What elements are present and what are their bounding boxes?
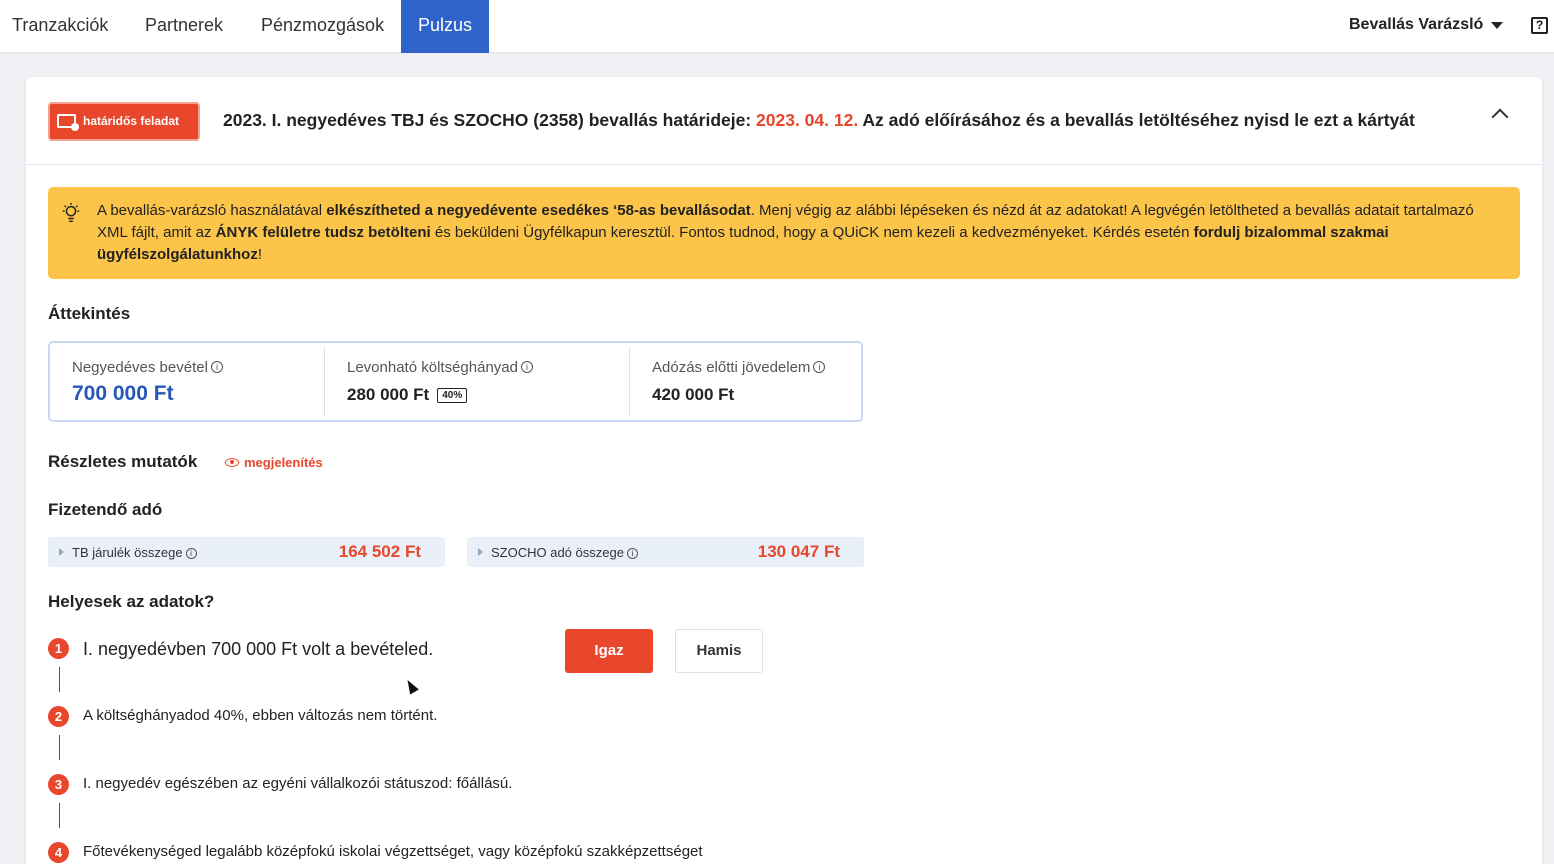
deadline-card: határidős feladat 2023. I. negyedéves TB…	[26, 77, 1542, 864]
tb-contribution-row[interactable]: TB járulék összege i 164 502 Ft	[48, 537, 445, 567]
step-connector	[59, 667, 60, 692]
overview-income-value: 420 000 Ft	[652, 385, 735, 404]
overview-cost-ratio: Levonható költséghányad i 280 000 Ft 40%	[324, 347, 629, 416]
tab-pulzus[interactable]: Pulzus	[401, 0, 489, 53]
step-number-3: 3	[48, 774, 69, 795]
card-headline: 2023. I. negyedéves TBJ és SZOCHO (2358)…	[223, 110, 1415, 131]
chevron-down-icon[interactable]	[1491, 22, 1503, 29]
details-title: Részletes mutatók	[48, 452, 198, 471]
overview-revenue: Negyedéves bevétel i 700 000 Ft	[50, 347, 324, 416]
info-banner-text: A bevallás-varázsló használatával elkész…	[97, 200, 1507, 266]
overview-revenue-label: Negyedéves bevétel i	[72, 359, 223, 376]
expand-arrow-icon[interactable]	[478, 548, 483, 556]
mouse-cursor-icon	[403, 677, 419, 695]
step-text-4: Főtevékenységed legalább középfokú iskol…	[83, 843, 703, 860]
step-connector	[59, 803, 60, 828]
step-text-1: I. negyedévben 700 000 Ft volt a bevétel…	[83, 639, 434, 659]
headline-tail: Az adó előírásához és a bevallás letölté…	[858, 110, 1415, 130]
notice-text-1: A bevallás-varázsló használatával	[97, 202, 327, 219]
info-banner: A bevallás-varázsló használatával elkész…	[48, 187, 1520, 279]
overview-panel: Negyedéves bevétel i 700 000 Ft Levonható…	[48, 341, 863, 422]
step-number-2: 2	[48, 706, 69, 727]
wizard-menu[interactable]: Bevallás Varázsló	[1349, 0, 1483, 50]
lightbulb-icon	[62, 202, 80, 222]
info-icon[interactable]: i	[813, 361, 826, 373]
szocho-tax-label: SZOCHO adó összege i	[491, 545, 638, 560]
show-details-label: megjelenítés	[244, 455, 323, 470]
info-icon[interactable]: i	[626, 548, 638, 559]
verification-title: Helyesek az adatok?	[48, 592, 215, 611]
overview-title: Áttekintés	[48, 304, 131, 323]
tab-penzmozgasok[interactable]: Pénzmozgások	[261, 0, 384, 53]
deadline-task-badge: határidős feladat	[48, 102, 200, 141]
payable-tax-title: Fizetendő adó	[48, 500, 163, 519]
show-details-link[interactable]: megjelenítés	[225, 455, 323, 470]
overview-pretax-income: Adózás előtti jövedelem i 420 000 Ft	[629, 347, 861, 416]
step-text-3: I. negyedév egészében az egyéni vállalko…	[83, 775, 513, 792]
notice-text-4: !	[257, 246, 263, 263]
overview-cost-label: Levonható költséghányad i	[347, 359, 533, 376]
overview-income-label: Adózás előtti jövedelem i	[652, 359, 826, 376]
help-icon[interactable]: ?	[1531, 17, 1548, 34]
overview-income-label-text: Adózás előtti jövedelem	[652, 359, 811, 376]
notice-bold-2: ÁNYK felületre tudsz betölteni	[215, 224, 431, 241]
tab-tranzakciok[interactable]: Tranzakciók	[12, 0, 108, 53]
szocho-tax-row[interactable]: SZOCHO adó összege i 130 047 Ft	[467, 537, 864, 567]
notice-text-3: és beküldeni Ügyfélkapun keresztül. Font…	[430, 224, 1194, 241]
overview-cost-amount: 280 000 Ft	[347, 385, 430, 404]
eye-icon	[225, 458, 239, 467]
step-connector	[59, 735, 60, 760]
info-icon[interactable]: i	[210, 361, 223, 373]
szocho-tax-amount: 130 047 Ft	[757, 542, 840, 561]
tab-partnerek[interactable]: Partnerek	[145, 0, 223, 53]
tb-contribution-amount: 164 502 Ft	[338, 542, 421, 561]
info-icon[interactable]: i	[185, 548, 197, 559]
cost-ratio-badge: 40%	[437, 388, 468, 403]
chevron-up-icon[interactable]	[1491, 108, 1509, 126]
overview-revenue-label-text: Negyedéves bevétel	[72, 359, 208, 376]
top-navigation: Tranzakciók Partnerek Pénzmozgások Pulzu…	[0, 0, 1554, 53]
badge-label: határidős feladat	[83, 114, 180, 128]
calendar-alert-icon	[57, 114, 79, 131]
szocho-tax-label-text: SZOCHO adó összege	[491, 545, 624, 560]
headline-text: 2023. I. negyedéves TBJ és SZOCHO (2358)…	[223, 110, 757, 130]
false-button[interactable]: Hamis	[675, 629, 763, 673]
true-button[interactable]: Igaz	[565, 629, 653, 673]
tb-contribution-label-text: TB járulék összege	[72, 545, 183, 560]
expand-arrow-icon[interactable]	[59, 548, 64, 556]
overview-cost-value: 280 000 Ft 40%	[347, 385, 468, 405]
step-text-2: A költséghányadod 40%, ebben változás ne…	[83, 707, 438, 724]
tb-contribution-label: TB járulék összege i	[72, 545, 197, 560]
step-number-4: 4	[48, 842, 69, 863]
overview-cost-label-text: Levonható költséghányad	[347, 359, 518, 376]
notice-bold-1: elkészítheted a negyedévente esedékes ‘5…	[326, 202, 751, 219]
info-icon[interactable]: i	[520, 361, 533, 373]
step-number-1: 1	[48, 638, 69, 659]
overview-revenue-value: 700 000 Ft	[72, 382, 174, 405]
deadline-date: 2023. 04. 12.	[756, 110, 859, 130]
card-header[interactable]: határidős feladat 2023. I. negyedéves TB…	[26, 77, 1542, 165]
